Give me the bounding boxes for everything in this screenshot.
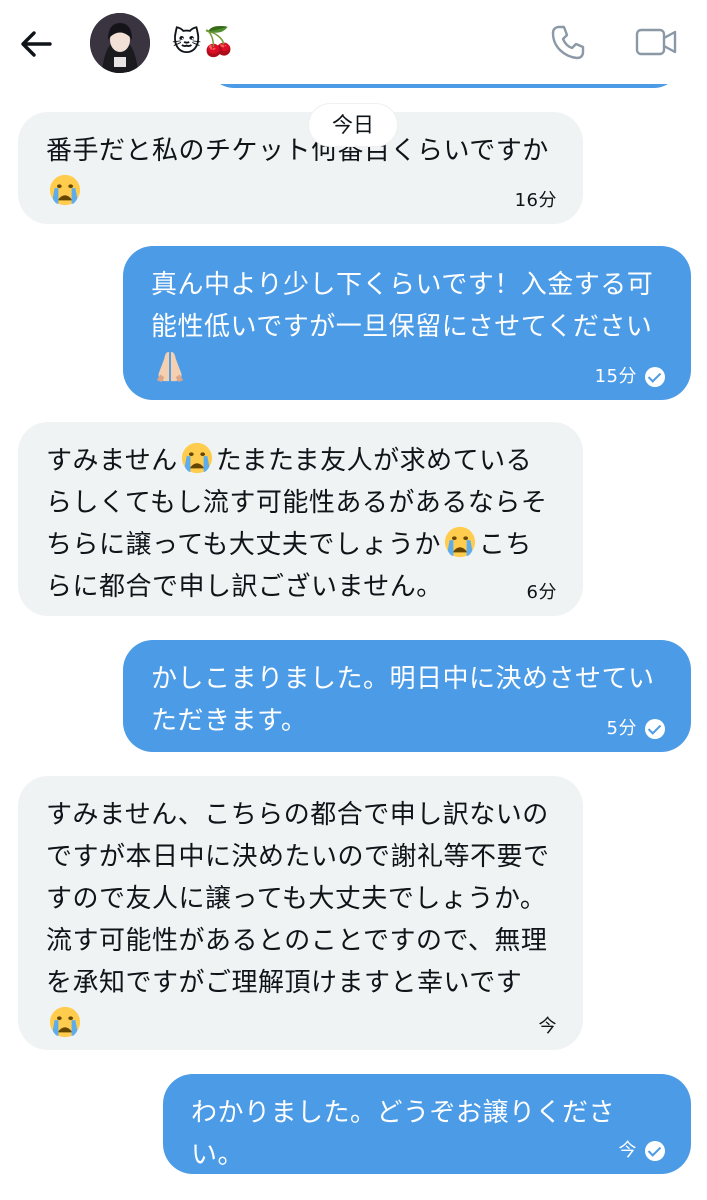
message-meta: 6分	[527, 582, 557, 604]
message-text: わかりました。どうぞお譲りください。	[191, 1098, 616, 1170]
message-text: すみません	[46, 446, 178, 476]
chat-header: 🐱🍒	[0, 0, 707, 84]
message-meta: 16分	[515, 190, 557, 212]
folded-hands-emoji-icon	[153, 349, 187, 383]
message-meta: 今	[618, 1140, 665, 1162]
message-text: かしこまりました。明日中に決めさせていただきます。	[151, 664, 655, 736]
video-camera-icon[interactable]	[634, 22, 678, 62]
message-received[interactable]: 番手だと私のチケット何番目くらいですか 16分	[18, 112, 583, 224]
message-time: 今	[538, 1016, 557, 1037]
back-arrow-icon[interactable]	[16, 24, 56, 64]
message-time: 6分	[526, 582, 557, 603]
crying-face-emoji-icon	[443, 525, 477, 559]
avatar-image	[90, 13, 150, 73]
read-check-icon	[645, 1141, 665, 1161]
message-received[interactable]: すみません たまたま友人が求めているらしくてもし流す可能性あるがあるならそちらに譲…	[18, 422, 583, 616]
crying-face-emoji-icon	[180, 441, 214, 475]
message-sent[interactable]: かしこまりました。明日中に決めさせていただきます。 5分	[123, 640, 691, 752]
message-time: 今	[618, 1140, 637, 1161]
date-divider: 今日	[309, 104, 397, 146]
message-received[interactable]: すみません、こちらの都合で申し訳ないのですが本日中に決めたいので謝礼等不要ですの…	[18, 776, 583, 1050]
contact-name: 🐱🍒	[172, 25, 237, 58]
read-check-icon	[645, 367, 665, 387]
crying-face-emoji-icon	[48, 1005, 82, 1039]
message-text: 番手だと私のチケット何番目くらいですか	[46, 136, 549, 166]
avatar[interactable]	[90, 13, 150, 73]
message-sent[interactable]: 真ん中より少し下くらいです！入金する可能性低いですが一旦保留にさせてください 1…	[123, 246, 691, 400]
message-meta: 今	[539, 1016, 558, 1038]
message-sent[interactable]: わかりました。どうぞお譲りください。 今	[163, 1074, 691, 1174]
read-check-icon	[645, 719, 665, 739]
message-meta: 5分	[607, 718, 665, 740]
message-text: 真ん中より少し下くらいです！入金する可能性低いですが一旦保留にさせてください	[151, 270, 654, 342]
message-text: すみません、こちらの都合で申し訳ないのですが本日中に決めたいので謝礼等不要ですの…	[46, 800, 550, 998]
message-meta: 15分	[595, 366, 665, 388]
message-time: 5分	[606, 718, 637, 739]
message-time: 15分	[594, 366, 637, 387]
crying-face-emoji-icon	[48, 173, 82, 207]
message-time: 16分	[514, 190, 557, 211]
phone-icon[interactable]	[548, 22, 588, 62]
